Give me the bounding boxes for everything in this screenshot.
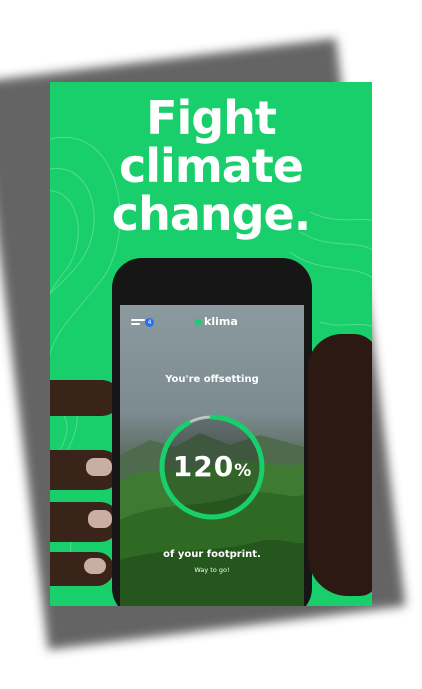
notification-badge: 4 [145,318,154,327]
percent-value: 120 [172,450,235,483]
offset-percentage: 120% [156,450,268,483]
finger [50,380,120,416]
brand-name: klima [204,315,238,328]
footprint-text: of your footprint. [163,549,261,560]
fingernail [86,458,112,476]
fingernail [84,558,106,574]
thumb [308,334,372,596]
poster: Fight climate change. 4 klima You're off… [50,82,372,606]
percent-symbol: % [234,461,252,481]
hamburger-menu-icon[interactable] [131,319,145,329]
offset-subtitle: You're offsetting [165,374,259,385]
headline: Fight climate change. [50,94,372,238]
brand-dot-icon [195,318,201,325]
headline-line-1: Fight [146,91,277,145]
fingernail [88,510,112,528]
headline-line-2: climate [119,139,304,193]
headline-line-3: change. [111,187,311,241]
phone: 4 klima You're offsetting 120% of your f… [112,258,312,606]
app-screen: 4 klima You're offsetting 120% of your f… [120,305,304,606]
brand-logo: klima [195,315,238,328]
cheer-text: Way to go! [194,566,230,574]
